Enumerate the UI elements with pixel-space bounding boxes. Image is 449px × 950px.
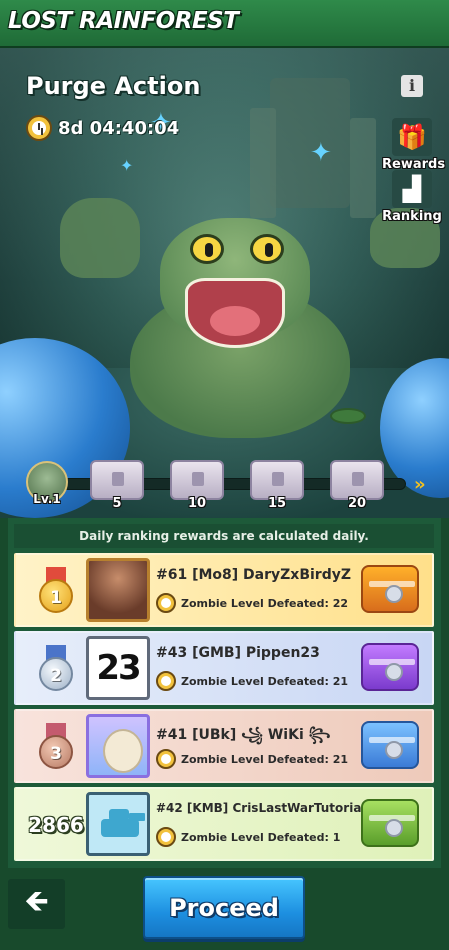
clock-icon [26, 115, 52, 141]
rank-number: 3 [39, 735, 73, 769]
clock-icon [156, 671, 176, 691]
podium-icon: ▟ [392, 170, 432, 208]
silver-medal-icon: 2 [36, 645, 76, 693]
avatar[interactable] [86, 558, 150, 622]
crocodile-eye [190, 234, 224, 264]
clock-icon [156, 827, 176, 847]
milestone-chest-10[interactable] [170, 460, 224, 500]
butterfly-icon: ✦ [310, 138, 332, 168]
orange-chest-icon[interactable] [361, 565, 419, 613]
event-timer: 8d 04:40:04 [26, 114, 179, 142]
stat-text: Zombie Level Defeated: 22 [181, 596, 349, 610]
ruin-pillar [350, 118, 376, 218]
blue-chest-icon[interactable] [361, 721, 419, 769]
rank-number: 2 [39, 657, 73, 691]
proceed-button[interactable]: Proceed [143, 876, 305, 939]
player-stat: Zombie Level Defeated: 21 [156, 748, 348, 770]
avatar[interactable]: 23 [86, 636, 150, 700]
bronze-medal-icon: 3 [36, 723, 76, 771]
gift-icon: 🎁 [392, 118, 432, 156]
stat-text: Zombie Level Defeated: 21 [181, 752, 349, 766]
milestone-chest-20[interactable] [330, 460, 384, 500]
lily-pad [330, 408, 366, 424]
ranking-label: Ranking [382, 209, 442, 224]
ranking-button[interactable]: ▟ Ranking [382, 170, 442, 224]
player-name: #61 [Mo8] DaryZxBirdyZ [156, 567, 352, 583]
player-stat: Zombie Level Defeated: 22 [156, 592, 348, 614]
info-icon[interactable]: i [401, 75, 423, 97]
stat-text: Zombie Level Defeated: 1 [181, 830, 341, 844]
ruin-pillar [250, 108, 276, 218]
back-button[interactable]: 🡸 [8, 879, 65, 929]
milestone-label: 5 [112, 496, 122, 511]
clock-icon [156, 593, 176, 613]
milestone-chest-5[interactable] [90, 460, 144, 500]
player-name: #43 [GMB] Pippen23 [156, 645, 320, 661]
player-stat: Zombie Level Defeated: 1 [156, 826, 340, 848]
back-arrow-icon: 🡸 [24, 883, 49, 919]
ranking-row-3[interactable]: 3 #41 [UBk] ꧁ WiKi ꧂ Zombie Level Defeat… [14, 709, 434, 783]
butterfly-icon: ✦ [120, 156, 134, 175]
rank-number: 1 [39, 579, 73, 613]
stat-text: Zombie Level Defeated: 21 [181, 674, 349, 688]
milestone-chest-15[interactable] [250, 460, 304, 500]
rewards-button[interactable]: 🎁 Rewards [382, 118, 445, 172]
avatar[interactable] [86, 714, 150, 778]
ranking-notice: Daily ranking rewards are calculated dai… [14, 524, 434, 548]
ranking-row-2[interactable]: 2 23 #43 [GMB] Pippen23 Zombie Level Def… [14, 631, 434, 705]
background-crocodile [60, 198, 140, 278]
event-banner: ✦ ✦ ✦ Purge Action 8d 04:40:04 i 🎁 Rewar… [0, 48, 449, 518]
green-chest-icon[interactable] [361, 799, 419, 847]
crocodile-tongue [210, 306, 260, 336]
player-stat: Zombie Level Defeated: 21 [156, 670, 348, 692]
purple-chest-icon[interactable] [361, 643, 419, 691]
level-label: Lv.1 [33, 492, 61, 506]
timer-value: 8d 04:40:04 [58, 117, 180, 139]
crocodile-eye [250, 234, 284, 264]
gold-medal-icon: 1 [36, 567, 76, 615]
top-bar: LOST RAINFOREST [0, 0, 449, 48]
clock-icon [156, 749, 176, 769]
player-name: #42 [KMB] CrisLastWarTutorial [156, 801, 366, 815]
page-title: LOST RAINFOREST [8, 8, 239, 34]
milestone-label: 20 [347, 496, 367, 511]
ranking-row-self[interactable]: 2866 #42 [KMB] CrisLastWarTutorial Zombi… [14, 787, 434, 861]
double-chevron-right-icon[interactable]: » [414, 474, 426, 495]
rank-number: 2866 [28, 813, 84, 837]
ranking-row-1[interactable]: 1 #61 [Mo8] DaryZxBirdyZ Zombie Level De… [14, 553, 434, 627]
milestone-label: 10 [187, 496, 207, 511]
milestone-label: 15 [267, 496, 287, 511]
avatar[interactable] [86, 792, 150, 856]
avatar-text: 23 [96, 648, 141, 688]
event-title: Purge Action [26, 72, 201, 100]
